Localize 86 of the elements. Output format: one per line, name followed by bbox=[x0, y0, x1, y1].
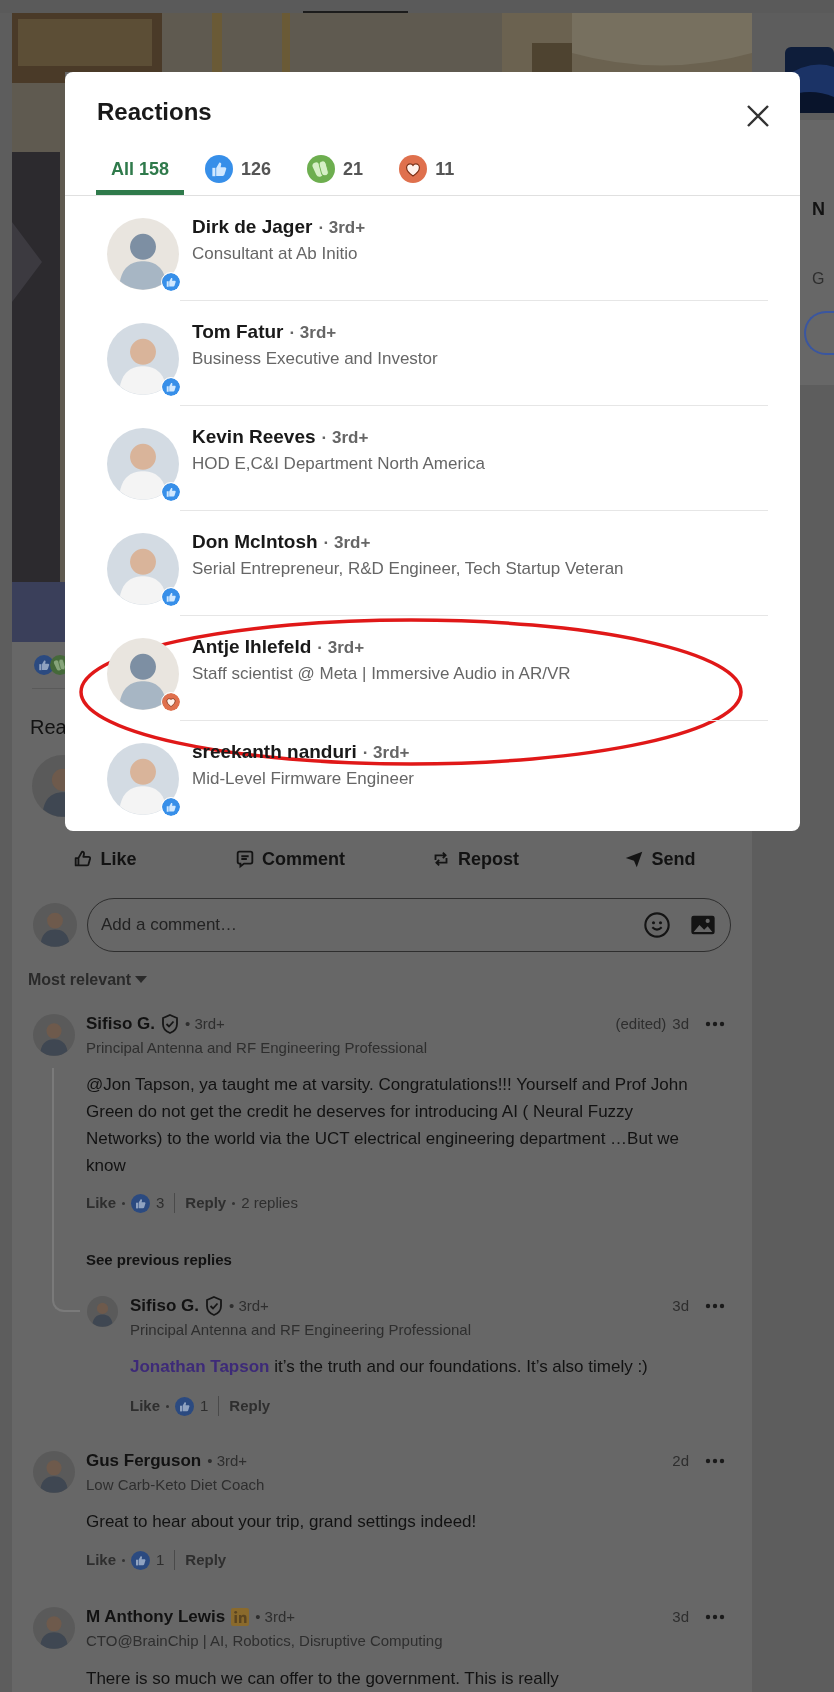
reaction-tab[interactable]: 11 bbox=[384, 148, 470, 195]
commenter-name[interactable]: Sifiso G. bbox=[130, 1293, 199, 1319]
timestamp: 3d bbox=[672, 1295, 689, 1316]
caret-icon bbox=[135, 976, 148, 984]
reactor-name[interactable]: Tom Fatur bbox=[192, 321, 284, 343]
close-icon[interactable] bbox=[746, 104, 770, 128]
commenter-headline: Principal Antenna and RF Engineering Professional bbox=[130, 1321, 473, 1339]
comment-button[interactable]: Comment bbox=[197, 835, 382, 883]
like-link[interactable]: Like bbox=[86, 1548, 116, 1572]
commenter-name[interactable]: Gus Ferguson bbox=[86, 1448, 202, 1474]
connection-degree: · 3rd+ bbox=[321, 427, 369, 449]
like-link[interactable]: Like bbox=[86, 1191, 116, 1215]
reactor-headline: Business Executive and Investor bbox=[192, 348, 438, 370]
reply-link[interactable]: Reply bbox=[229, 1394, 271, 1418]
replies-link[interactable]: 2 replies bbox=[241, 1191, 298, 1215]
like-icon bbox=[131, 1550, 150, 1570]
connection-degree: • 3rd+ bbox=[207, 1450, 248, 1471]
sort-dropdown[interactable]: Most relevant bbox=[28, 968, 148, 992]
reactor-name[interactable]: Dirk de Jager bbox=[192, 216, 313, 238]
see-previous-replies-link[interactable]: See previous replies bbox=[86, 1249, 232, 1271]
commenter-headline: CTO@BrainChip | AI, Robotics, Disruptive Computing bbox=[86, 1632, 444, 1650]
commenter-headline: Principal Antenna and RF Engineering Professional bbox=[86, 1039, 429, 1057]
connection-degree: · 3rd+ bbox=[317, 637, 365, 659]
timestamp: 3d bbox=[672, 1606, 689, 1627]
connection-degree: · 3rd+ bbox=[289, 322, 337, 344]
reaction-tab[interactable]: 126 bbox=[190, 148, 287, 195]
like-icon bbox=[161, 272, 181, 292]
mention-link[interactable]: Jonathan Tapson bbox=[130, 1357, 270, 1376]
more-icon[interactable] bbox=[705, 1021, 725, 1027]
comment-text: Great to hear about your trip, grand settings indeed! bbox=[86, 1511, 478, 1533]
section-heading: Rea bbox=[30, 715, 67, 740]
connection-degree: • 3rd+ bbox=[184, 1013, 225, 1034]
side-card-text: G bbox=[812, 269, 825, 289]
comment-field[interactable]: Add a comment… bbox=[87, 898, 731, 952]
reactor-name[interactable]: Don McIntosh bbox=[192, 531, 318, 553]
like-icon bbox=[161, 377, 181, 397]
clap-icon bbox=[307, 155, 336, 183]
edited-label: (edited) bbox=[615, 1013, 667, 1034]
like-link[interactable]: Like bbox=[130, 1394, 160, 1418]
reactor-headline: Mid-Level Firmware Engineer bbox=[192, 768, 415, 790]
speech-bubble-icon bbox=[234, 848, 256, 870]
comment-text: Jonathan Tapson it’s the truth and our foundations. It’s also timely :) bbox=[130, 1356, 649, 1378]
commenter-name[interactable]: M Anthony Lewis bbox=[86, 1604, 226, 1630]
shield-check-icon bbox=[160, 1014, 179, 1034]
connection-degree: · 3rd+ bbox=[323, 532, 371, 554]
repost-button[interactable]: Repost bbox=[382, 835, 567, 883]
like-icon bbox=[161, 482, 181, 502]
reaction-tab[interactable]: All 158 bbox=[96, 148, 185, 195]
connection-degree: · 3rd+ bbox=[318, 217, 366, 239]
reactor-name[interactable]: Kevin Reeves bbox=[192, 426, 316, 448]
like-icon bbox=[161, 587, 181, 607]
like-icon bbox=[161, 797, 181, 817]
reactor-headline: Serial Entrepreneur, R&D Engineer, Tech Startup Veteran bbox=[192, 558, 624, 580]
reply-link[interactable]: Reply bbox=[185, 1191, 227, 1215]
more-icon[interactable] bbox=[705, 1458, 725, 1464]
reaction-tab[interactable]: 21 bbox=[292, 148, 379, 195]
timestamp: 2d bbox=[672, 1450, 689, 1471]
reactor-headline: HOD E,C&I Department North America bbox=[192, 453, 485, 475]
timestamp: 3d bbox=[672, 1013, 689, 1034]
like-icon bbox=[205, 155, 234, 183]
like-icon bbox=[131, 1193, 150, 1213]
connection-degree: • 3rd+ bbox=[255, 1606, 295, 1627]
reply-link[interactable]: Reply bbox=[185, 1548, 227, 1572]
reactor-headline: Staff scientist @ Meta | Immersive Audio in AR/VR bbox=[192, 663, 571, 685]
comment-text: @Jon Tapson, ya taught me at varsity. Congratulations!!! Yourself and Prof John Green do not get the credit he deserves for introducing AI ( Neural Fuzzy Networks) to the world via the UCT electrical engineering department …But we know bbox=[86, 1074, 689, 1177]
profile-badge-icon bbox=[231, 1608, 250, 1626]
side-card-heading: N bbox=[812, 198, 825, 221]
like-icon bbox=[175, 1396, 194, 1416]
reactor-name[interactable]: Antje Ihlefeld bbox=[192, 636, 312, 658]
like-button[interactable]: Like bbox=[12, 835, 197, 883]
like-count: 3 bbox=[156, 1192, 165, 1213]
more-icon[interactable] bbox=[705, 1614, 725, 1620]
comment-text: There is so much we can offer to the government. This is really bbox=[86, 1668, 560, 1690]
more-icon[interactable] bbox=[705, 1303, 725, 1309]
connection-degree: • 3rd+ bbox=[228, 1295, 269, 1316]
commenter-headline: Low Carb-Keto Diet Coach bbox=[86, 1476, 266, 1494]
dialog-title: Reactions bbox=[97, 98, 212, 126]
send-button[interactable]: Send bbox=[567, 835, 752, 883]
like-count: 1 bbox=[156, 1549, 165, 1570]
reactor-headline: Consultant at Ab Initio bbox=[192, 243, 359, 265]
like-count: 1 bbox=[200, 1395, 209, 1416]
shield-check-icon bbox=[204, 1296, 223, 1316]
commenter-name[interactable]: Sifiso G. bbox=[86, 1011, 155, 1037]
heart-icon bbox=[161, 692, 181, 712]
emoji-icon[interactable] bbox=[643, 911, 671, 939]
connection-degree: · 3rd+ bbox=[362, 742, 410, 764]
